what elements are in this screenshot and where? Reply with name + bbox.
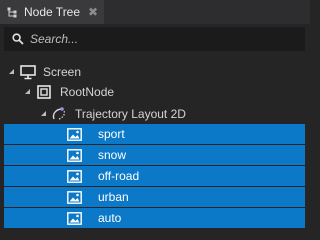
tree-item-auto[interactable]: auto: [4, 208, 305, 228]
tree-item-off-road[interactable]: off-road: [4, 166, 305, 186]
trajectory-icon: [52, 107, 65, 120]
tab-bar: Node Tree ✖: [0, 0, 310, 24]
tree-item-label: auto: [98, 211, 122, 225]
tab-title: Node Tree: [24, 5, 81, 19]
image-icon: [67, 127, 82, 141]
tree-item-rootnode[interactable]: RootNode: [4, 82, 305, 102]
search-icon: [12, 33, 24, 45]
tree-item-label: RootNode: [60, 85, 115, 99]
image-icon: [67, 211, 82, 225]
expand-arrow-icon[interactable]: [7, 67, 17, 77]
tree-item-sport[interactable]: sport: [4, 124, 305, 144]
tab-node-tree[interactable]: Node Tree ✖: [0, 0, 104, 24]
tree-item-label: Trajectory Layout 2D: [75, 107, 186, 121]
tree-item-label: urban: [98, 190, 129, 204]
close-icon[interactable]: ✖: [88, 5, 98, 19]
expand-arrow-icon[interactable]: [39, 109, 49, 119]
tree-item-screen[interactable]: Screen: [4, 62, 305, 82]
monitor-icon: [20, 64, 36, 79]
tree-item-label: off-road: [98, 169, 140, 183]
image-icon: [67, 148, 82, 162]
tree-item-label: snow: [98, 148, 127, 162]
image-icon: [67, 190, 82, 204]
tree-item-trajectory-layout[interactable]: Trajectory Layout 2D: [4, 104, 305, 124]
node-tree-icon: [7, 7, 17, 17]
tree-item-label: sport: [98, 127, 125, 141]
search-box[interactable]: [4, 27, 305, 51]
search-input[interactable]: [30, 32, 280, 46]
tree-item-snow[interactable]: snow: [4, 145, 305, 165]
image-icon: [67, 169, 82, 183]
square-node-icon: [37, 85, 51, 99]
tree-item-urban[interactable]: urban: [4, 187, 305, 207]
tree-item-label: Screen: [43, 65, 82, 79]
expand-arrow-icon[interactable]: [23, 87, 33, 97]
node-tree-panel: Screen RootNode Trajectory Layout 2D: [0, 24, 310, 240]
